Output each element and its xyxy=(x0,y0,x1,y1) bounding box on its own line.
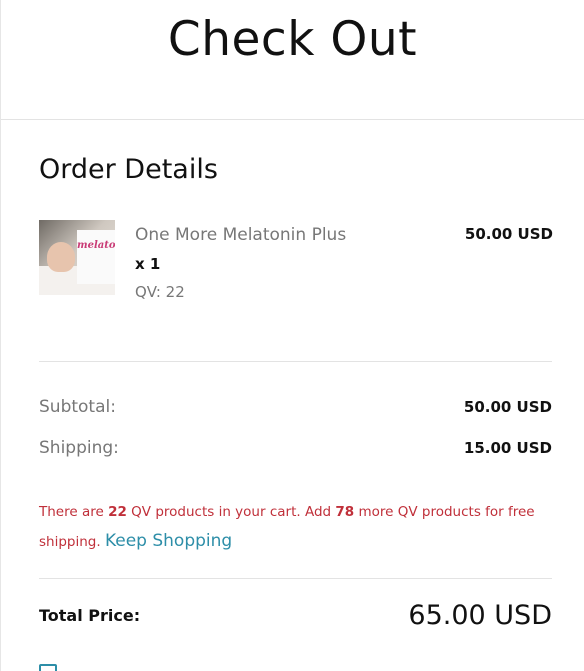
item-quantity: x 1 xyxy=(135,255,161,273)
item-name[interactable]: One More Melatonin Plus xyxy=(135,225,346,245)
thumbnail-box-shape xyxy=(77,230,115,284)
divider xyxy=(39,578,552,579)
terms-checkbox[interactable] xyxy=(39,664,57,671)
thumbnail-brand-text: melatonin xyxy=(77,240,115,251)
subtotal-label: Subtotal: xyxy=(39,397,116,417)
order-details-title: Order Details xyxy=(39,154,218,185)
shipping-row: Shipping: 15.00 USD xyxy=(39,438,552,458)
shipping-value: 15.00 USD xyxy=(463,439,552,457)
product-thumbnail[interactable]: melatonin xyxy=(39,220,115,295)
item-qv: QV: 22 xyxy=(135,283,185,301)
page-header: Check Out xyxy=(1,0,584,120)
divider xyxy=(39,361,552,362)
subtotal-value: 50.00 USD xyxy=(463,398,552,416)
thumbnail-person-shape xyxy=(47,242,75,272)
cart-item: melatonin One More Melatonin Plus x 1 QV… xyxy=(39,220,553,301)
notice-qv-needed: 78 xyxy=(335,504,355,520)
notice-qv-count: 22 xyxy=(108,504,127,520)
free-shipping-notice: There are 22 QV products in your cart. A… xyxy=(39,498,551,557)
checkout-page: Check Out Order Details melatonin One Mo… xyxy=(0,0,584,671)
total-row: Total Price: 65.00 USD xyxy=(39,600,552,631)
total-label: Total Price: xyxy=(39,606,141,625)
page-title: Check Out xyxy=(167,12,418,67)
shipping-label: Shipping: xyxy=(39,438,119,458)
item-price: 50.00 USD xyxy=(464,225,553,243)
total-value: 65.00 USD xyxy=(408,600,552,631)
subtotal-row: Subtotal: 50.00 USD xyxy=(39,397,552,417)
notice-text-2: QV products in your cart. Add xyxy=(126,504,336,520)
notice-text-1: There are xyxy=(39,504,109,520)
keep-shopping-link[interactable]: Keep Shopping xyxy=(105,531,232,551)
